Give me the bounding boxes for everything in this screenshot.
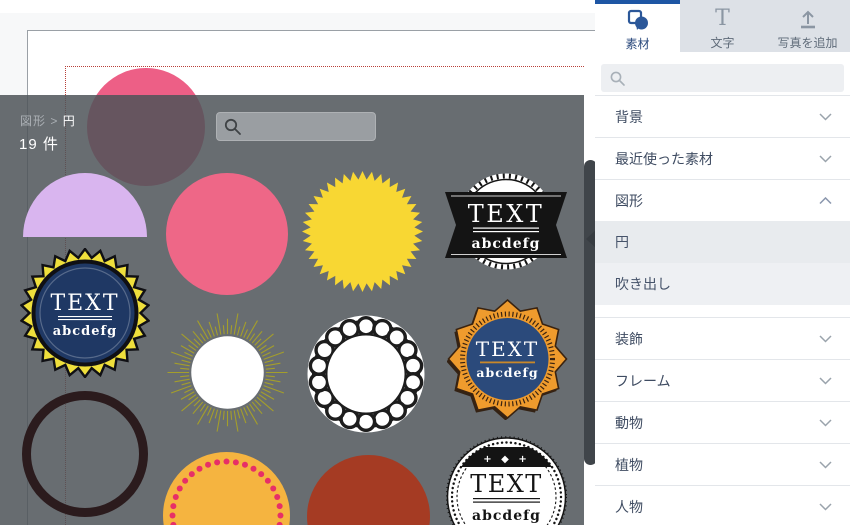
svg-text:abcdefg: abcdefg <box>476 365 538 380</box>
svg-text:+ ◆ +: + ◆ + <box>483 454 529 465</box>
section-shapes[interactable]: 図形 <box>595 179 850 221</box>
app-window: 図形 > 円 19 件 TEXT abcdefg TEXT abcdefg TEXT ab… <box>0 0 850 525</box>
chevron-down-icon <box>819 155 832 163</box>
asset-badge-sun[interactable]: TEXT abcdefg <box>447 298 568 420</box>
tab-label: 素材 <box>625 35 649 52</box>
trim-guide-horizontal <box>65 66 584 67</box>
section-decoration[interactable]: 装飾 <box>595 317 850 359</box>
text-icon: T <box>715 6 730 32</box>
asset-circle-maroon[interactable] <box>307 455 430 525</box>
subsection-circle[interactable]: 円 <box>595 221 850 263</box>
shape-assets-panel: 図形 > 円 19 件 TEXT abcdefg TEXT abcdefg TEXT ab… <box>0 95 584 525</box>
asset-starburst-yellow[interactable] <box>302 171 423 292</box>
asset-badge-bottlecap[interactable]: TEXT abcdefg <box>20 248 150 378</box>
chevron-down-icon <box>819 461 832 469</box>
sidebar-search-input[interactable] <box>626 70 844 87</box>
section-animals[interactable]: 動物 <box>595 401 850 443</box>
chevron-down-icon <box>819 113 832 121</box>
sidebar-tabbar: 素材 T 文字 写真を追加 <box>595 0 850 52</box>
breadcrumb-separator: > <box>50 114 58 128</box>
svg-text:TEXT: TEXT <box>470 470 543 498</box>
subsection-speech-bubble[interactable]: 吹き出し <box>595 263 850 305</box>
breadcrumb: 図形 > 円 <box>20 112 76 129</box>
page-top-band <box>0 0 595 13</box>
chevron-down-icon <box>819 503 832 511</box>
assets-search-input[interactable] <box>243 118 375 135</box>
sidebar-search-box[interactable] <box>601 64 844 92</box>
tab-label: 写真を追加 <box>777 34 837 51</box>
section-people[interactable]: 人物 <box>595 485 850 525</box>
asset-half-circle-lavender[interactable] <box>23 173 147 237</box>
sidebar: 素材 T 文字 写真を追加 <box>595 0 850 525</box>
svg-text:abcdefg: abcdefg <box>472 508 541 524</box>
assets-search-box[interactable] <box>216 112 376 141</box>
breadcrumb-parent: 図形 <box>20 114 46 128</box>
tab-materials[interactable]: 素材 <box>595 0 680 52</box>
asset-sun-rays[interactable] <box>165 310 290 435</box>
chevron-up-icon <box>819 197 832 205</box>
chevron-down-icon <box>819 419 832 427</box>
result-count: 19 件 <box>19 133 59 154</box>
asset-dotted-circle[interactable] <box>163 452 290 525</box>
section-background[interactable]: 背景 <box>595 95 850 137</box>
svg-text:abcdefg: abcdefg <box>472 236 541 252</box>
tab-label: 文字 <box>710 34 734 51</box>
asset-circle-pink[interactable] <box>166 173 288 295</box>
search-icon <box>223 117 243 137</box>
section-recent-materials[interactable]: 最近使った素材 <box>595 137 850 179</box>
section-frame[interactable]: フレーム <box>595 359 850 401</box>
svg-text:abcdefg: abcdefg <box>53 324 117 339</box>
materials-icon <box>626 7 650 33</box>
svg-text:TEXT: TEXT <box>50 291 119 316</box>
category-accordion: 背景 最近使った素材 図形 円 吹き出し 装飾 フ <box>595 95 850 525</box>
svg-text:TEXT: TEXT <box>468 200 545 228</box>
breadcrumb-current: 円 <box>63 114 76 128</box>
tab-add-photo[interactable]: 写真を追加 <box>765 0 850 52</box>
tab-text[interactable]: T 文字 <box>680 0 765 52</box>
section-plants[interactable]: 植物 <box>595 443 850 485</box>
section-spacer <box>595 305 850 317</box>
asset-lace-circle[interactable] <box>307 315 425 433</box>
upload-icon <box>796 6 820 32</box>
chevron-down-icon <box>819 377 832 385</box>
asset-ring-dark[interactable] <box>22 391 148 517</box>
svg-text:TEXT: TEXT <box>476 337 540 361</box>
asset-badge-stamp[interactable]: + ◆ + TEXT abcdefg <box>446 435 567 525</box>
search-icon <box>609 70 626 87</box>
asset-badge-ribbon[interactable]: TEXT abcdefg <box>445 173 567 270</box>
chevron-down-icon <box>819 335 832 343</box>
